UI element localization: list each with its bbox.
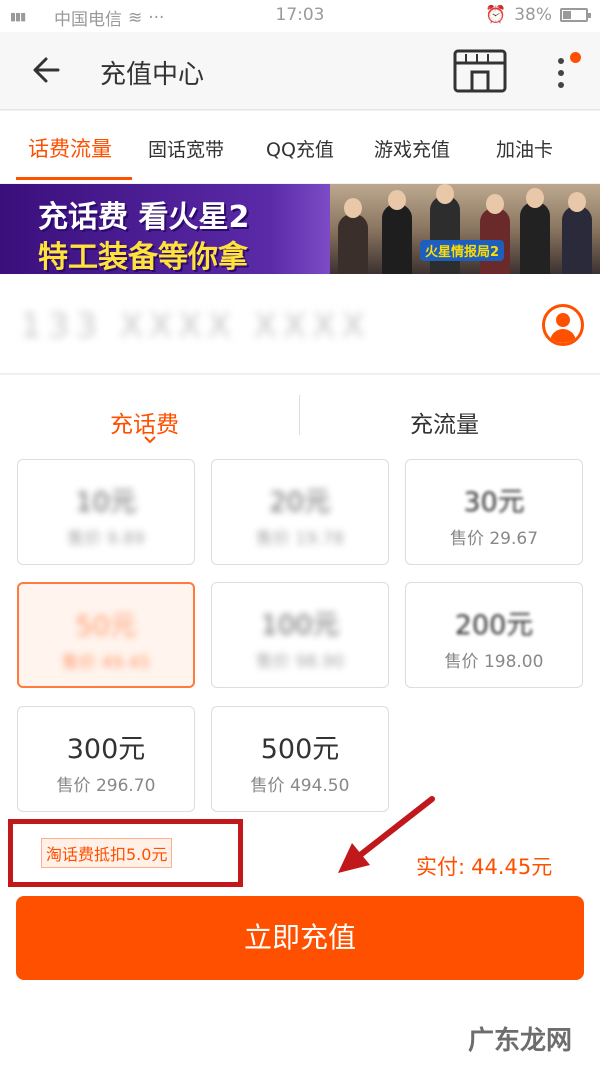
- tab-landline-broadband[interactable]: 固话宽带: [148, 135, 224, 162]
- discount-tag: 淘话费抵扣5.0元: [41, 838, 173, 868]
- card-amount: 500元: [260, 734, 340, 765]
- amount-card-50[interactable]: 50元 售价 49.45: [17, 582, 195, 688]
- banner-figure-head: [526, 188, 544, 208]
- page-title: 充值中心: [100, 60, 205, 90]
- card-price: 售价 9.89: [67, 529, 145, 549]
- amount-card-300[interactable]: 300元 售价 296.70: [17, 706, 195, 812]
- card-price: 售价 19.78: [255, 529, 345, 549]
- payment-amount: 44.45元: [471, 855, 553, 879]
- contact-icon[interactable]: [542, 304, 584, 346]
- alarm-icon: ⏰: [485, 5, 507, 25]
- battery-percent: 38%: [514, 5, 552, 25]
- card-amount: 100元: [260, 610, 340, 641]
- amount-card-200[interactable]: 200元 售价 198.00: [405, 582, 583, 688]
- card-price: 售价 98.90: [255, 652, 345, 672]
- banner-figure: [430, 196, 460, 274]
- banner-figure-head: [486, 194, 504, 214]
- payment-total: 实付: 44.45元: [416, 851, 552, 881]
- card-amount: 200元: [454, 610, 534, 641]
- tab-game-recharge[interactable]: 游戏充值: [374, 135, 450, 162]
- subtab-data[interactable]: 充流量: [410, 405, 479, 439]
- back-arrow-icon[interactable]: [28, 50, 68, 90]
- card-amount: 30元: [463, 487, 525, 518]
- card-price: 售价 296.70: [56, 776, 156, 796]
- app-header: 充值中心: [0, 32, 600, 110]
- phone-input-row[interactable]: 133 XXXX XXXX: [0, 274, 600, 374]
- contact-icon-body: [550, 329, 576, 343]
- card-amount: 20元: [269, 487, 331, 518]
- amount-card-100[interactable]: 100元 售价 98.90: [211, 582, 389, 688]
- more-vertical-icon[interactable]: [545, 50, 585, 94]
- banner-figure: [382, 204, 412, 274]
- banner-figure-head: [388, 190, 406, 210]
- chevron-down-icon: [144, 436, 156, 444]
- banner-show-logo: 火星情报局2: [420, 240, 505, 261]
- phone-number-field[interactable]: 133 XXXX XXXX: [20, 306, 371, 346]
- site-watermark: 广东龙网: [468, 1026, 573, 1056]
- amount-card-10[interactable]: 10元 售价 9.89: [17, 459, 195, 565]
- card-price: 售价 49.45: [61, 653, 151, 673]
- card-amount: 10元: [75, 487, 137, 518]
- status-bar: ▮▮▮ 中国电信 ≋ ··· 17:03 ⏰ 38%: [0, 0, 600, 32]
- card-amount: 50元: [75, 611, 137, 642]
- banner-headline: 充话费 看火星2: [38, 200, 250, 235]
- amount-card-20[interactable]: 20元 售价 19.78: [211, 459, 389, 565]
- amount-card-30[interactable]: 30元 售价 29.67: [405, 459, 583, 565]
- banner-figure-head: [344, 198, 362, 218]
- payment-label: 实付:: [416, 855, 466, 879]
- notification-badge: [570, 52, 581, 63]
- banner-figure: [520, 202, 550, 274]
- banner-subline: 特工装备等你拿: [38, 240, 248, 274]
- contact-icon-head: [556, 313, 570, 327]
- more-dot: [558, 70, 564, 76]
- active-tab-indicator: [16, 177, 132, 180]
- tab-phone-data[interactable]: 话费流量: [28, 133, 112, 163]
- subtab-divider: [299, 395, 300, 435]
- banner-figure-head: [568, 192, 586, 212]
- banner-figure: [338, 214, 368, 274]
- status-right: ⏰ 38%: [485, 5, 591, 25]
- card-price: 售价 29.67: [449, 529, 539, 549]
- battery-icon: [560, 8, 591, 22]
- category-tabs: 话费流量 固话宽带 QQ充值 游戏充值 加油卡: [0, 111, 600, 183]
- more-dot: [558, 58, 564, 64]
- card-price: 售价 198.00: [444, 652, 544, 672]
- recharge-panel: 充话费 充流量 10元 售价 9.89 20元 售价 19.78 30元 售价 …: [0, 375, 600, 1066]
- tab-qq-recharge[interactable]: QQ充值: [266, 135, 334, 162]
- card-amount: 300元: [66, 734, 146, 765]
- store-icon[interactable]: [452, 48, 508, 94]
- tab-fuel-card[interactable]: 加油卡: [496, 135, 553, 162]
- annotation-highlight-box: 淘话费抵扣5.0元: [8, 819, 243, 887]
- more-dot: [558, 82, 564, 88]
- banner-figure: [562, 206, 592, 274]
- promo-banner[interactable]: 充话费 看火星2 特工装备等你拿 火星情报局2: [0, 184, 600, 274]
- recharge-now-button[interactable]: 立即充值: [16, 896, 584, 980]
- battery-fill: [563, 11, 571, 19]
- banner-figure-head: [436, 184, 454, 204]
